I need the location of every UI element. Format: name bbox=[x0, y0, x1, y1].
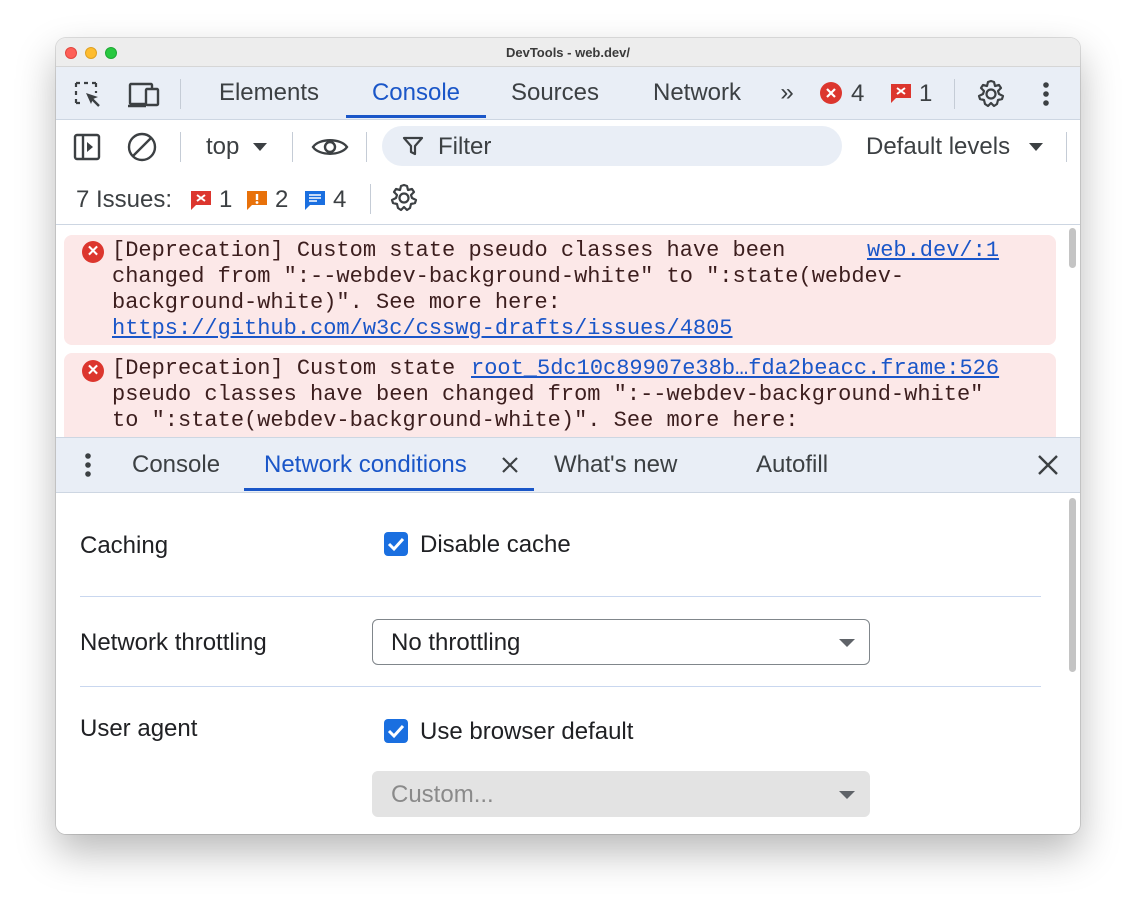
settings-gear-icon[interactable] bbox=[974, 77, 1008, 111]
message-line: to ":state(webdev-background-white)". Se… bbox=[112, 408, 799, 433]
separator bbox=[292, 132, 293, 162]
drawer-menu-icon[interactable] bbox=[78, 450, 98, 480]
error-count-icon[interactable] bbox=[820, 82, 842, 104]
panel-scrollbar[interactable] bbox=[1069, 498, 1076, 672]
user-agent-label: User agent bbox=[80, 715, 198, 742]
info-issue-icon[interactable] bbox=[304, 191, 326, 210]
filter-funnel-icon bbox=[402, 135, 424, 157]
clear-console-icon[interactable] bbox=[126, 131, 158, 163]
custom-user-agent-placeholder: Custom... bbox=[391, 781, 494, 808]
tab-network[interactable]: Network bbox=[642, 67, 752, 119]
error-issue-count[interactable]: 1 bbox=[219, 186, 232, 214]
filter-placeholder: Filter bbox=[438, 133, 492, 160]
sidebar-toggle-icon[interactable] bbox=[72, 132, 102, 162]
close-tab-icon[interactable] bbox=[500, 455, 520, 475]
issues-settings-gear-icon[interactable] bbox=[388, 182, 420, 214]
message-line: [Deprecation] Custom state bbox=[112, 356, 469, 381]
separator bbox=[1066, 132, 1067, 162]
tab-console[interactable]: Console bbox=[356, 67, 476, 119]
tab-sources[interactable]: Sources bbox=[502, 67, 608, 119]
warning-issue-count[interactable]: 2 bbox=[275, 186, 288, 214]
separator bbox=[954, 79, 955, 109]
drawer-tab-console[interactable]: Console bbox=[132, 438, 220, 492]
divider bbox=[80, 596, 1041, 597]
console-messages: ✕ [Deprecation] Custom state pseudo clas… bbox=[56, 225, 1080, 437]
main-tab-bar: Elements Console Sources Network » 4 1 bbox=[56, 67, 1080, 120]
chevron-down-icon bbox=[839, 639, 855, 647]
drawer-tab-network-conditions[interactable]: Network conditions bbox=[264, 438, 467, 492]
window-title: DevTools - web.dev/ bbox=[505, 45, 630, 60]
console-error-message: ✕ [Deprecation] Custom state root_5dc10c… bbox=[64, 353, 1056, 437]
separator bbox=[370, 184, 371, 214]
source-link[interactable]: root_5dc10c89907e38b…fda2beacc.frame:526 bbox=[471, 356, 999, 381]
disable-cache-label[interactable]: Disable cache bbox=[420, 531, 571, 559]
custom-user-agent-select: Custom... bbox=[372, 771, 870, 817]
more-options-icon[interactable] bbox=[1036, 79, 1056, 109]
message-line: changed from ":--webdev-background-white… bbox=[112, 264, 905, 289]
tab-elements[interactable]: Elements bbox=[204, 67, 334, 119]
live-expression-eye-icon[interactable] bbox=[310, 132, 350, 162]
error-count[interactable]: 4 bbox=[851, 80, 864, 108]
separator bbox=[180, 132, 181, 162]
console-scrollbar[interactable] bbox=[1069, 228, 1076, 268]
drawer-tab-bar: Console Network conditions What's new Au… bbox=[56, 437, 1080, 493]
title-bar: DevTools - web.dev/ bbox=[56, 38, 1080, 67]
message-line: background-white)". See more here: bbox=[112, 290, 561, 315]
levels-dropdown-icon[interactable] bbox=[1028, 141, 1044, 153]
issue-count[interactable]: 1 bbox=[919, 80, 932, 108]
network-conditions-panel: Caching Disable cache Network throttling… bbox=[56, 493, 1080, 834]
separator bbox=[366, 132, 367, 162]
error-icon: ✕ bbox=[82, 241, 104, 263]
throttling-select[interactable]: No throttling bbox=[372, 619, 870, 665]
separator bbox=[180, 79, 181, 109]
checkmark-icon bbox=[387, 537, 405, 552]
source-link[interactable]: web.dev/:1 bbox=[867, 238, 999, 263]
console-toolbar: top Filter Default levels bbox=[56, 120, 1080, 174]
message-line: pseudo classes have been changed from ":… bbox=[112, 382, 984, 407]
active-tab-indicator bbox=[346, 115, 486, 118]
throttling-label: Network throttling bbox=[80, 629, 267, 656]
error-issue-icon[interactable] bbox=[190, 191, 212, 210]
warning-issue-icon[interactable] bbox=[246, 191, 268, 210]
divider bbox=[80, 686, 1041, 687]
drawer-tab-whats-new[interactable]: What's new bbox=[554, 438, 677, 492]
throttling-value: No throttling bbox=[391, 629, 521, 656]
log-levels-dropdown[interactable]: Default levels bbox=[866, 133, 1010, 161]
inspect-element-icon[interactable] bbox=[72, 79, 104, 111]
checkmark-icon bbox=[387, 724, 405, 739]
filter-input[interactable]: Filter bbox=[382, 126, 842, 166]
caching-label: Caching bbox=[80, 532, 169, 559]
close-drawer-icon[interactable] bbox=[1036, 453, 1060, 477]
context-selector[interactable]: top bbox=[206, 133, 239, 161]
use-browser-default-checkbox[interactable] bbox=[384, 719, 408, 743]
info-issue-count[interactable]: 4 bbox=[333, 186, 346, 214]
console-error-message: ✕ [Deprecation] Custom state pseudo clas… bbox=[64, 235, 1056, 345]
context-dropdown-icon[interactable] bbox=[252, 141, 268, 153]
message-line: [Deprecation] Custom state pseudo classe… bbox=[112, 238, 786, 263]
issue-flag-icon[interactable] bbox=[890, 83, 912, 103]
devtools-window: DevTools - web.dev/ Elements Console Sou… bbox=[56, 38, 1080, 834]
issue-url-link[interactable]: https://github.com/w3c/csswg-drafts/issu… bbox=[112, 316, 733, 341]
more-tabs-icon[interactable]: » bbox=[772, 67, 802, 119]
device-toolbar-icon[interactable] bbox=[126, 79, 162, 111]
chevron-down-icon bbox=[839, 791, 855, 799]
disable-cache-checkbox[interactable] bbox=[384, 532, 408, 556]
use-browser-default-label[interactable]: Use browser default bbox=[420, 718, 633, 746]
active-drawer-tab-indicator bbox=[244, 488, 534, 491]
issues-bar: 7 Issues: 1 2 4 bbox=[56, 174, 1080, 225]
issues-label[interactable]: 7 Issues: bbox=[76, 186, 172, 214]
drawer-tab-autofill[interactable]: Autofill bbox=[756, 438, 828, 492]
error-icon: ✕ bbox=[82, 360, 104, 382]
